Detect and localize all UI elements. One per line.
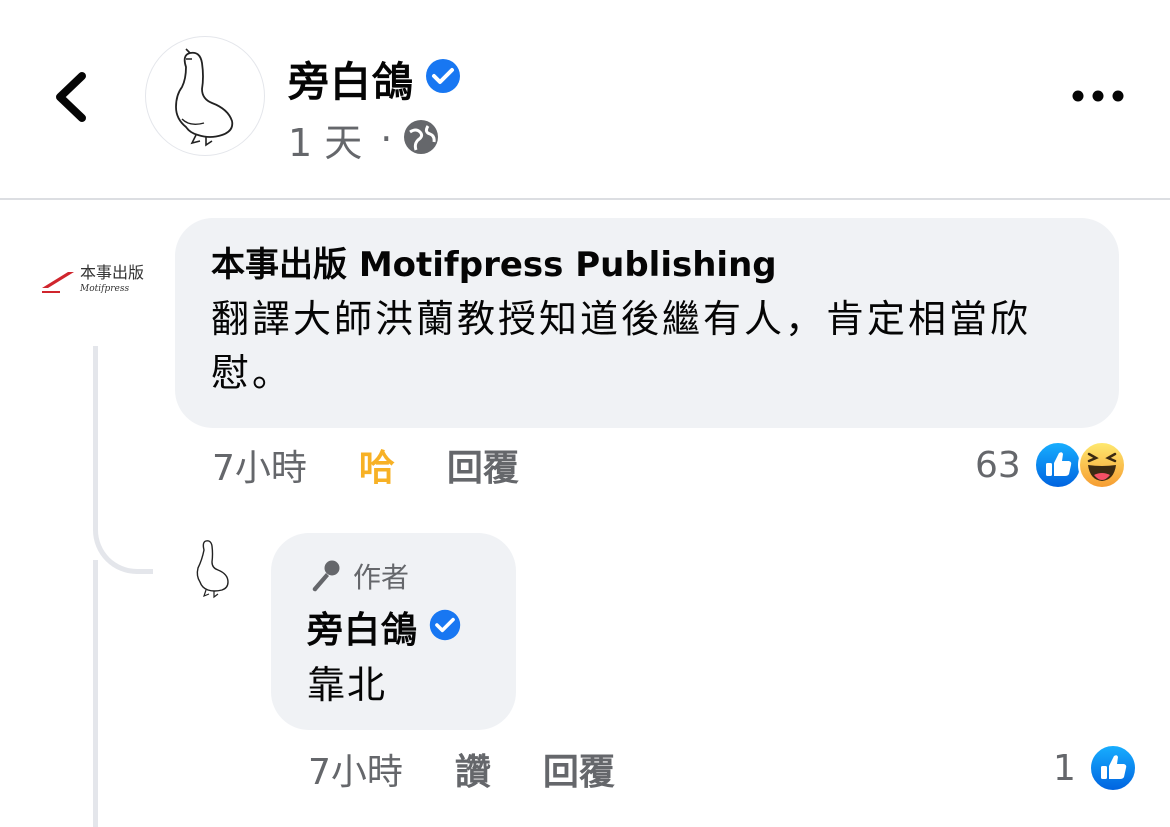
thread-connector (93, 346, 153, 574)
reply-author-row: 旁白鴿 (307, 601, 516, 653)
reply-button[interactable]: 回覆 (543, 743, 615, 795)
like-reaction-icon (1033, 441, 1082, 489)
reply-author-avatar[interactable] (188, 536, 240, 600)
comment-actions: 7小時 哈 回覆 (212, 440, 519, 490)
facebook-post-comments-view: 旁白鴿 1 天 · 本事出版 Motifpress 本事出版 Motifpres… (0, 0, 1170, 827)
comment-bubble[interactable]: 本事出版 Motifpress Publishing 翻譯大師洪蘭教授知道後繼有… (175, 218, 1119, 428)
post-time[interactable]: 1 天 (288, 112, 362, 167)
like-reaction-icon (1088, 744, 1137, 792)
more-options-button[interactable] (1068, 78, 1128, 114)
like-button[interactable]: 讚 (455, 743, 491, 795)
verified-badge-icon (424, 57, 462, 99)
reaction-count: 63 (975, 444, 1021, 486)
reply-author[interactable]: 旁白鴿 (307, 601, 418, 653)
author-badge: 作者 (307, 557, 516, 595)
comment-text: 翻譯大師洪蘭教授知道後繼有人，肯定相當欣慰。 (211, 297, 1032, 395)
reaction-summary[interactable]: 63 (975, 438, 1127, 492)
back-button[interactable] (40, 62, 100, 132)
thread-connector-continued (93, 560, 98, 827)
reaction-count: 1 (1053, 747, 1076, 789)
reply-button[interactable]: 回覆 (447, 439, 519, 491)
reply-text: 靠北 (307, 663, 388, 707)
logo-subtext: Motifpress (79, 284, 129, 294)
reply-reaction-summary[interactable]: 1 (1053, 741, 1138, 795)
comment-time[interactable]: 7小時 (212, 439, 307, 491)
poster-name[interactable]: 旁白鴿 (288, 48, 414, 108)
post-header: 旁白鴿 1 天 · (0, 0, 1170, 200)
reaction-button[interactable]: 哈 (359, 439, 395, 491)
chevron-left-icon (56, 72, 86, 122)
author-badge-label: 作者 (353, 561, 410, 594)
globe-icon (402, 118, 440, 160)
logo-mark-icon (42, 272, 74, 288)
reply-bubble[interactable]: 作者 旁白鴿 靠北 (271, 533, 516, 730)
microphone-icon (312, 560, 340, 592)
reply-time[interactable]: 7小時 (308, 743, 403, 795)
poster-avatar[interactable] (145, 36, 265, 156)
reply-actions: 7小時 讚 回覆 (308, 744, 615, 794)
poster-name-row: 旁白鴿 (288, 50, 462, 106)
haha-reaction-icon (1077, 441, 1126, 489)
post-meta: 1 天 · (288, 112, 440, 167)
comment-author[interactable]: 本事出版 Motifpress Publishing (211, 242, 1083, 288)
more-dots-icon (1072, 90, 1124, 102)
logo-text: 本事出版 (80, 263, 144, 282)
publisher-avatar[interactable]: 本事出版 Motifpress (40, 258, 156, 298)
pigeon-drawing-icon (175, 48, 234, 147)
pigeon-drawing-icon (196, 540, 229, 599)
verified-badge-icon (428, 608, 462, 646)
meta-separator: · (380, 117, 393, 161)
